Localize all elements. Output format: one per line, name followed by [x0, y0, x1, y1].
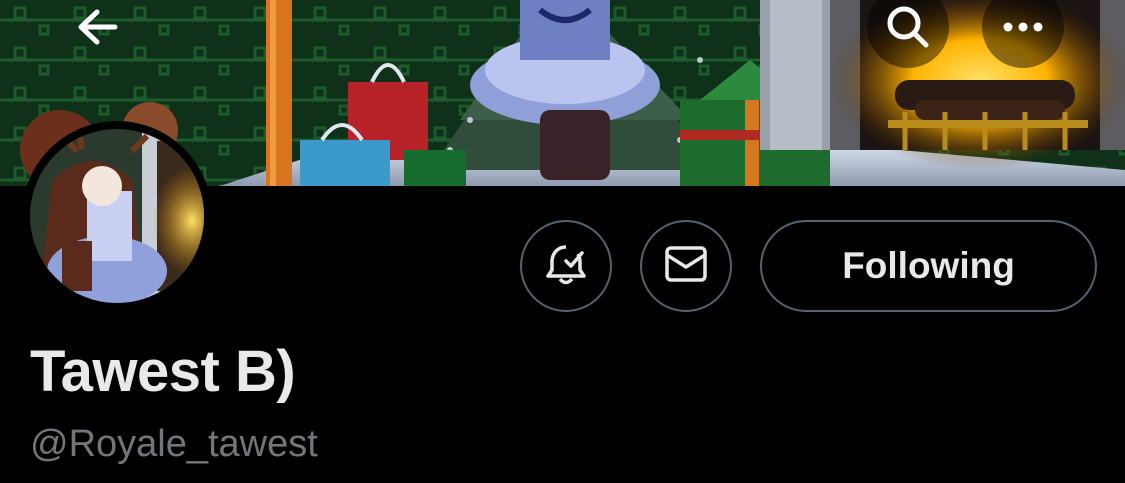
- avatar[interactable]: [22, 121, 212, 311]
- arrow-left-icon: [75, 7, 119, 47]
- more-horizontal-icon: [1002, 21, 1044, 33]
- bell-check-icon: [544, 241, 588, 292]
- following-label: Following: [842, 245, 1015, 286]
- search-icon: [885, 4, 931, 50]
- following-button[interactable]: Following: [760, 220, 1097, 312]
- profile-display-name: Tawest B): [30, 339, 296, 404]
- avatar-image: [30, 129, 204, 303]
- notifications-button[interactable]: [520, 220, 612, 312]
- message-button[interactable]: [640, 220, 732, 312]
- profile-handle: @Royale_tawest: [30, 423, 318, 465]
- envelope-icon: [664, 245, 708, 288]
